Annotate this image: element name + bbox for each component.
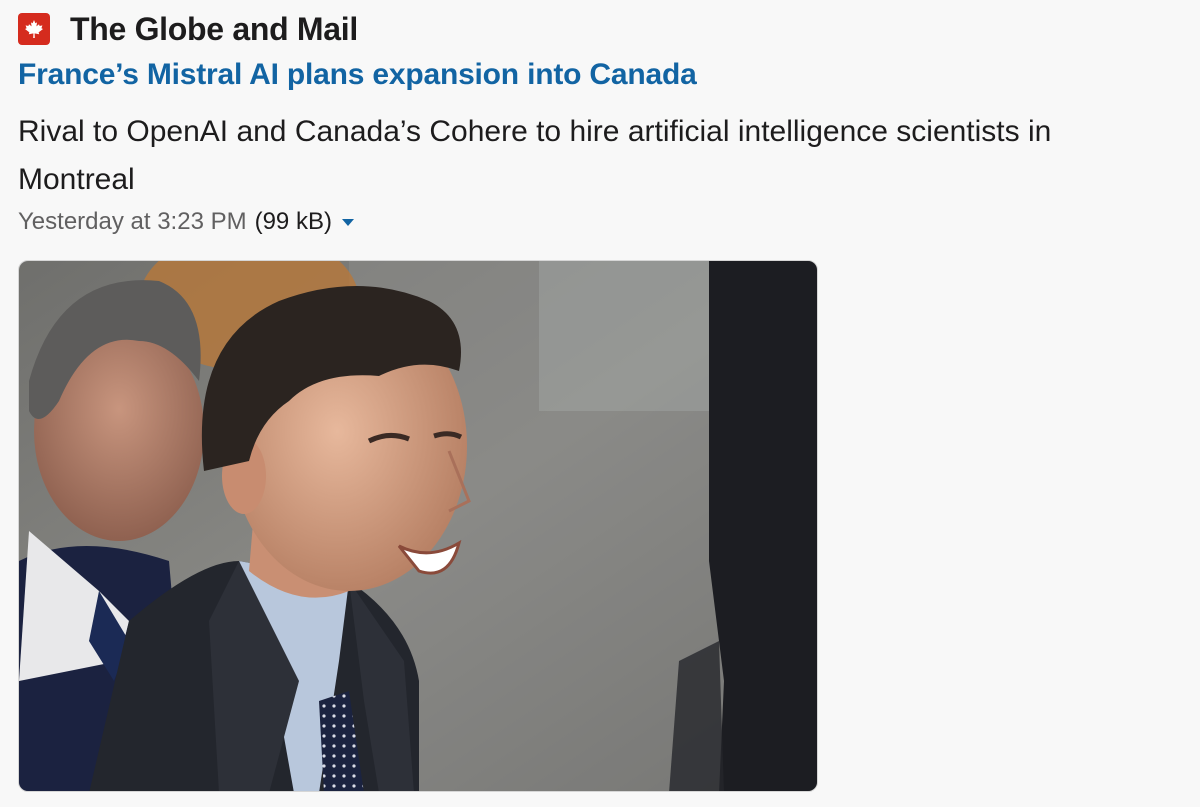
timestamp[interactable]: Yesterday at 3:23 PM (18, 208, 247, 236)
headline-link[interactable]: France’s Mistral AI plans expansion into… (18, 58, 697, 92)
caret-down-icon[interactable] (341, 218, 354, 226)
description: Rival to OpenAI and Canada’s Cohere to h… (18, 115, 1052, 196)
meta-row: Yesterday at 3:23 PM (99 kB) (18, 208, 354, 236)
preview-image[interactable] (18, 260, 818, 792)
source-name[interactable]: The Globe and Mail (70, 11, 358, 48)
source-row: The Globe and Mail (18, 11, 358, 47)
file-size: (99 kB) (254, 208, 332, 235)
maple-leaf-icon (18, 13, 50, 45)
